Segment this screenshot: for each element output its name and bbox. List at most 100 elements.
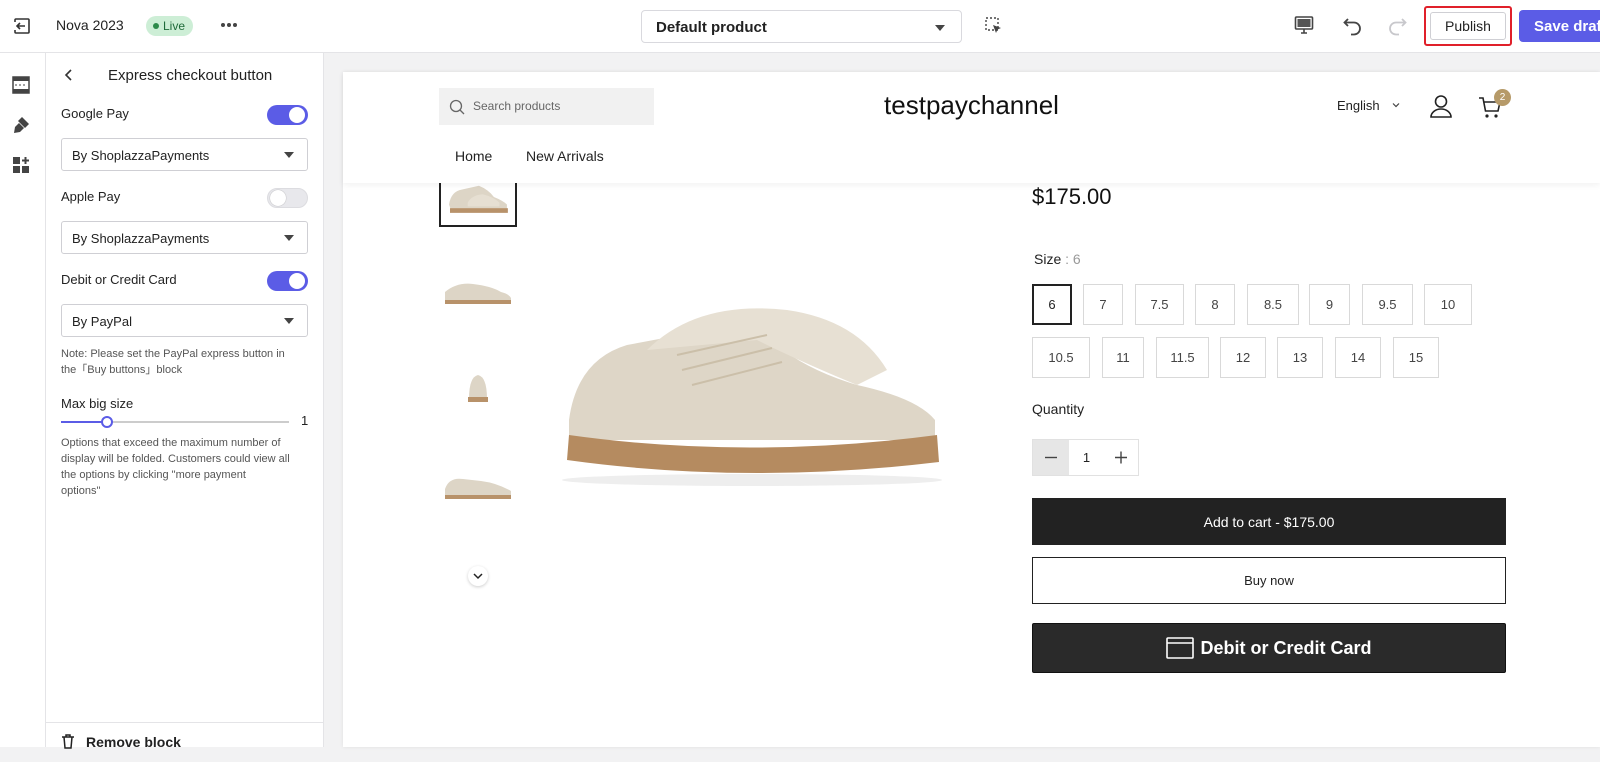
store-preview: Search products testpaychannel English 2… [343, 72, 1600, 747]
debit-card-label: Debit or Credit Card [61, 272, 177, 287]
toggle-knob [289, 107, 305, 123]
minus-icon[interactable] [1033, 440, 1069, 475]
size-option[interactable]: 10.5 [1032, 337, 1090, 378]
save-draft-button[interactable]: Save draft [1519, 10, 1600, 42]
publish-button[interactable]: Publish [1430, 12, 1506, 40]
caret-down-icon [935, 25, 945, 31]
page-template-select[interactable]: Default product [641, 10, 962, 43]
exit-icon[interactable] [12, 16, 32, 36]
debit-card-toggle[interactable] [267, 271, 308, 291]
paypal-note-line: the「Buy buttons」block [61, 364, 183, 376]
apple-pay-toggle[interactable] [267, 188, 308, 208]
product-thumbnail[interactable] [439, 455, 517, 515]
status-text: Live [163, 19, 186, 33]
google-pay-provider-value: By ShoplazzaPayments [72, 148, 210, 163]
store-header: Search products testpaychannel English 2… [343, 72, 1600, 183]
status-badge: Live [146, 16, 194, 36]
panel-title: Express checkout button [108, 67, 273, 84]
store-name: Nova 2023 [56, 17, 124, 33]
apple-pay-provider-select[interactable]: By ShoplazzaPayments [61, 221, 308, 254]
size-selected-value: : 6 [1065, 251, 1081, 267]
cart-count-badge: 2 [1494, 89, 1511, 106]
language-selector[interactable]: English [1337, 98, 1380, 113]
remove-block-label: Remove block [86, 734, 181, 750]
size-option[interactable]: 7 [1083, 284, 1123, 325]
plus-icon[interactable] [1104, 440, 1138, 475]
settings-panel: Express checkout button Google Pay By Sh… [46, 53, 324, 750]
size-option[interactable]: 14 [1335, 337, 1381, 378]
left-rail [0, 53, 46, 747]
max-big-size-label: Max big size [61, 396, 134, 411]
card-icon [1166, 637, 1195, 659]
chevron-down-icon [1392, 103, 1400, 108]
more-icon[interactable] [218, 14, 240, 36]
help-line: options" [61, 485, 101, 497]
theme-style-icon[interactable] [11, 115, 31, 135]
nav-home[interactable]: Home [455, 148, 492, 164]
apps-icon[interactable] [11, 155, 31, 175]
size-option[interactable]: 10 [1424, 284, 1472, 325]
debit-card-provider-value: By PayPal [72, 314, 132, 329]
slider-fill [61, 421, 107, 423]
buy-now-button[interactable]: Buy now [1032, 557, 1506, 604]
toggle-knob [289, 273, 305, 289]
nav-new-arrivals[interactable]: New Arrivals [526, 148, 604, 164]
debit-credit-card-button[interactable]: Debit or Credit Card [1032, 623, 1506, 673]
max-size-help: Options that exceed the maximum number o… [61, 435, 311, 499]
caret-down-icon [284, 318, 294, 324]
size-option[interactable]: 13 [1277, 337, 1323, 378]
page-template-value: Default product [656, 19, 767, 36]
paypal-note-line: Note: Please set the PayPal express butt… [61, 348, 285, 360]
sections-icon[interactable] [11, 75, 31, 95]
google-pay-provider-select[interactable]: By ShoplazzaPayments [61, 138, 308, 171]
select-element-icon[interactable] [985, 17, 1003, 35]
desktop-icon[interactable] [1294, 15, 1314, 35]
help-line: display will be folded. Customers could … [61, 453, 290, 465]
size-option[interactable]: 11.5 [1156, 337, 1209, 378]
top-bar: Nova 2023 Live Default product Publish S… [0, 0, 1600, 53]
product-thumbnail[interactable] [439, 359, 517, 419]
redo-icon[interactable] [1386, 14, 1408, 36]
size-option[interactable]: 8 [1195, 284, 1235, 325]
status-dot [153, 23, 159, 29]
product-thumbnail[interactable] [439, 262, 517, 322]
size-option[interactable]: 11 [1102, 337, 1144, 378]
user-icon[interactable] [1428, 93, 1454, 119]
size-option[interactable]: 9 [1309, 284, 1350, 325]
quantity-stepper: 1 [1032, 439, 1139, 476]
product-main-image[interactable] [557, 290, 947, 490]
help-line: the options by clicking "more payment [61, 469, 246, 481]
caret-down-icon [284, 152, 294, 158]
slider-thumb[interactable] [100, 416, 113, 428]
back-icon[interactable] [62, 68, 76, 82]
google-pay-toggle[interactable] [267, 105, 308, 125]
apple-pay-label: Apple Pay [61, 189, 121, 204]
size-option[interactable]: 6 [1032, 284, 1072, 325]
size-option[interactable]: 9.5 [1362, 284, 1413, 325]
add-to-cart-button[interactable]: Add to cart - $175.00 [1032, 498, 1506, 545]
size-option[interactable]: 12 [1220, 337, 1266, 378]
debit-card-provider-select[interactable]: By PayPal [61, 304, 308, 337]
remove-block-button[interactable]: Remove block [46, 722, 324, 762]
size-option[interactable]: 8.5 [1247, 284, 1299, 325]
size-option[interactable]: 15 [1393, 337, 1439, 378]
apple-pay-provider-value: By ShoplazzaPayments [72, 231, 210, 246]
size-label-text: Size [1034, 251, 1062, 267]
store-brand[interactable]: testpaychannel [343, 90, 1600, 121]
undo-icon[interactable] [1342, 14, 1364, 36]
quantity-value[interactable]: 1 [1069, 450, 1104, 465]
product-price: $175.00 [1032, 184, 1112, 209]
size-option[interactable]: 7.5 [1135, 284, 1184, 325]
max-big-size-value: 1 [301, 413, 309, 428]
caret-down-icon [284, 235, 294, 241]
publish-highlight: Publish [1424, 6, 1512, 46]
max-big-size-slider[interactable] [61, 416, 289, 428]
size-label: Size : 6 [1034, 251, 1081, 267]
card-button-label: Debit or Credit Card [1200, 638, 1372, 658]
help-line: Options that exceed the maximum number o… [61, 437, 281, 449]
chevron-down-icon[interactable] [468, 566, 488, 586]
quantity-label: Quantity [1032, 401, 1085, 417]
toggle-knob [270, 190, 286, 206]
google-pay-label: Google Pay [61, 106, 129, 121]
paypal-note: Note: Please set the PayPal express butt… [61, 346, 311, 378]
